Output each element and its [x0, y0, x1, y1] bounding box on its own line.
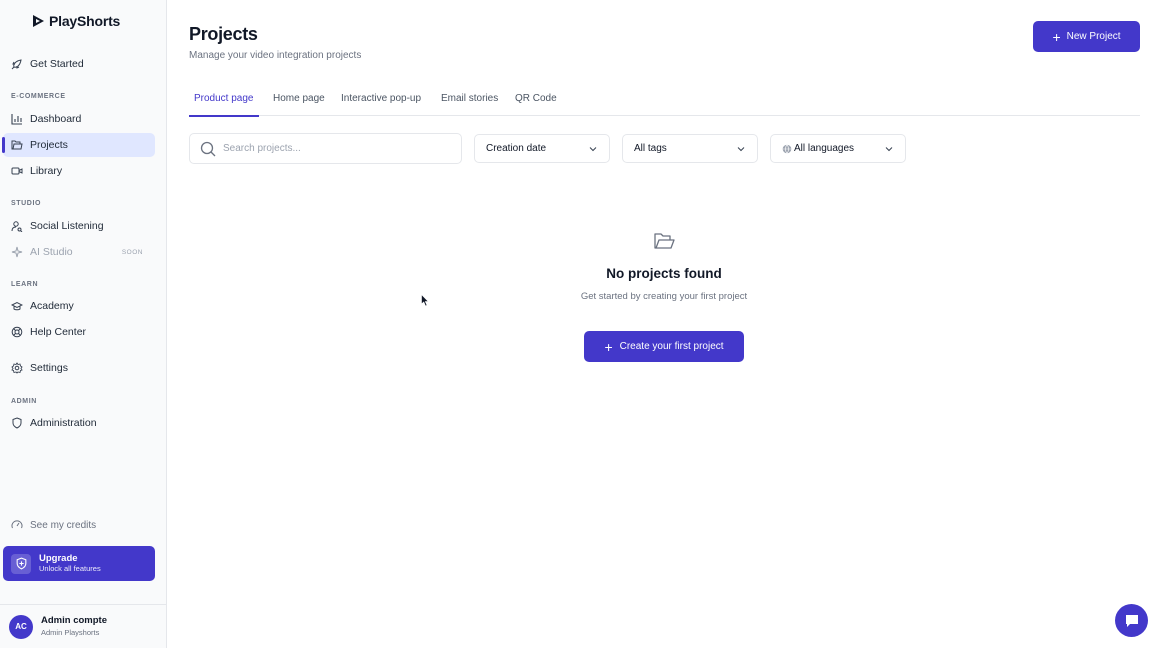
- sidebar-item-label: Academy: [30, 300, 74, 312]
- sidebar-item-label: Projects: [30, 139, 68, 151]
- see-credits-link[interactable]: See my credits: [3, 516, 155, 534]
- sidebar: PlayShorts Get Started E-COMMERCE Dashbo…: [0, 0, 167, 648]
- user-name: Admin compte: [41, 615, 107, 626]
- user-org: Admin Playshorts: [41, 628, 100, 637]
- sidebar-item-academy[interactable]: Academy: [3, 294, 155, 318]
- tab-qr-code[interactable]: QR Code: [510, 88, 562, 116]
- sidebar-item-settings[interactable]: Settings: [3, 356, 155, 380]
- chevron-down-icon: [885, 146, 893, 151]
- empty-state-subtitle: Get started by creating your first proje…: [580, 291, 748, 302]
- sidebar-item-administration[interactable]: Administration: [3, 411, 155, 435]
- sparkle-icon: [11, 246, 23, 258]
- brand-name: PlayShorts: [49, 13, 121, 29]
- tab-bar: Product page Home page Interactive pop-u…: [189, 88, 1140, 117]
- chat-widget-button[interactable]: [1115, 604, 1148, 637]
- upgrade-subtitle: Unlock all features: [39, 564, 101, 573]
- section-admin: ADMIN: [11, 398, 37, 405]
- empty-state-title: No projects found: [606, 266, 722, 281]
- search-input[interactable]: [223, 143, 443, 154]
- sidebar-item-label: Dashboard: [30, 113, 82, 125]
- bar-chart-icon: [11, 113, 23, 125]
- graduation-cap-icon: [11, 300, 23, 312]
- folder-icon: [11, 139, 23, 151]
- chat-icon: [1125, 614, 1138, 627]
- sidebar-item-label: Get Started: [30, 58, 84, 70]
- sidebar-item-label: Administration: [30, 417, 97, 429]
- sidebar-item-label: Library: [30, 165, 63, 177]
- section-studio: STUDIO: [11, 200, 42, 207]
- plus-icon: +: [1052, 28, 1061, 45]
- sort-dropdown[interactable]: Creation date: [474, 134, 610, 163]
- video-icon: [11, 165, 23, 177]
- tab-email-stories[interactable]: Email stories: [436, 88, 503, 116]
- credits-label: See my credits: [30, 519, 97, 531]
- sidebar-item-social-listening[interactable]: Social Listening: [3, 214, 155, 238]
- sidebar-item-label: Settings: [30, 362, 68, 374]
- sidebar-item-ai-studio: AI Studio SOON: [3, 240, 155, 264]
- rocket-icon: [11, 58, 23, 70]
- search-icon: [200, 141, 216, 156]
- languages-value: All languages: [794, 143, 855, 154]
- search-box[interactable]: [189, 133, 462, 164]
- upgrade-button[interactable]: Upgrade Unlock all features: [3, 546, 155, 581]
- soon-badge: SOON: [121, 248, 143, 256]
- sidebar-item-help-center[interactable]: Help Center: [3, 320, 155, 344]
- languages-dropdown[interactable]: All languages: [770, 134, 906, 163]
- sidebar-item-label: Help Center: [30, 326, 87, 338]
- chevron-down-icon: [589, 146, 597, 151]
- play-logo-icon: [33, 15, 44, 27]
- sidebar-item-get-started[interactable]: Get Started: [3, 52, 155, 76]
- page-subtitle: Manage your video integration projects: [189, 50, 362, 61]
- sidebar-item-label: Social Listening: [30, 220, 104, 232]
- create-first-project-button[interactable]: + Create your first project: [584, 331, 744, 362]
- gauge-icon: [11, 519, 23, 531]
- plus-icon: +: [604, 338, 613, 355]
- mouse-cursor-icon: [421, 294, 429, 307]
- globe-icon: [782, 144, 792, 154]
- sidebar-item-library[interactable]: Library: [3, 159, 155, 183]
- section-ecommerce: E-COMMERCE: [11, 93, 66, 100]
- tags-value: All tags: [634, 143, 667, 154]
- avatar: AC: [9, 614, 33, 639]
- user-search-icon: [11, 220, 23, 232]
- brand-logo[interactable]: PlayShorts: [32, 13, 120, 29]
- folder-open-icon: [654, 233, 675, 249]
- page-title: Projects: [189, 24, 258, 44]
- tab-product-page[interactable]: Product page: [189, 88, 259, 117]
- lifebuoy-icon: [11, 326, 23, 338]
- gear-icon: [11, 362, 23, 374]
- tags-dropdown[interactable]: All tags: [622, 134, 758, 163]
- upgrade-title: Upgrade: [39, 553, 78, 564]
- sort-value: Creation date: [486, 143, 547, 154]
- sidebar-item-label: AI Studio: [30, 246, 73, 258]
- sidebar-item-dashboard[interactable]: Dashboard: [3, 107, 155, 131]
- section-learn: LEARN: [11, 281, 39, 288]
- tab-home-page[interactable]: Home page: [268, 88, 330, 116]
- create-project-label: Create your first project: [619, 341, 724, 352]
- tab-interactive-popup[interactable]: Interactive pop-up: [336, 88, 426, 116]
- shield-icon: [11, 417, 23, 429]
- sidebar-item-projects[interactable]: Projects: [2, 133, 155, 157]
- shield-plus-icon: [11, 553, 31, 574]
- new-project-button[interactable]: + New Project: [1033, 21, 1140, 52]
- new-project-label: New Project: [1066, 31, 1121, 42]
- chevron-down-icon: [737, 146, 745, 151]
- user-profile[interactable]: AC Admin compte Admin Playshorts: [0, 604, 166, 648]
